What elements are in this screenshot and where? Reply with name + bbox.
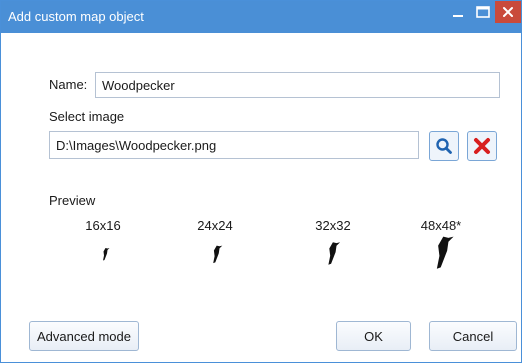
preview-size-48: 48x48* (420, 218, 462, 233)
cancel-button[interactable]: Cancel (429, 321, 517, 351)
minimize-icon (453, 15, 463, 17)
search-icon (436, 138, 452, 154)
preview-label: Preview (49, 193, 96, 208)
cancel-label: Cancel (452, 328, 494, 344)
preview-size-32: 32x32 (315, 218, 351, 233)
image-path-value: D:\Images\Woodpecker.png (56, 137, 217, 153)
name-label: Name: (49, 77, 88, 92)
maximize-icon (476, 6, 490, 18)
select-image-label: Select image (49, 109, 125, 124)
woodpecker-preview-16 (103, 248, 110, 261)
close-button[interactable] (495, 1, 521, 23)
woodpecker-preview-24 (213, 245, 223, 264)
image-path-field[interactable]: D:\Images\Woodpecker.png (49, 131, 419, 159)
browse-button[interactable] (429, 131, 459, 161)
close-icon (503, 7, 513, 17)
clear-button[interactable] (467, 131, 497, 161)
maximize-button[interactable] (471, 1, 495, 23)
preview-size-24: 24x24 (197, 218, 233, 233)
name-value: Woodpecker (102, 77, 175, 93)
advanced-mode-button[interactable]: Advanced mode (29, 321, 139, 351)
dialog-content: Name: Woodpecker Select image D:\Images\… (1, 33, 521, 362)
ok-label: OK (364, 328, 383, 344)
minimize-button[interactable] (445, 1, 471, 23)
name-field[interactable]: Woodpecker (95, 72, 500, 98)
dialog-window: Add custom map object Name: Woodpecker S… (0, 0, 522, 363)
woodpecker-preview-32 (328, 242, 341, 265)
delete-icon (474, 138, 490, 154)
ok-button[interactable]: OK (336, 321, 411, 351)
title-bar[interactable]: Add custom map object (1, 1, 521, 33)
woodpecker-preview-48 (436, 236, 454, 269)
advanced-mode-label: Advanced mode (37, 328, 131, 344)
window-title: Add custom map object (8, 9, 144, 24)
preview-size-16: 16x16 (85, 218, 121, 233)
